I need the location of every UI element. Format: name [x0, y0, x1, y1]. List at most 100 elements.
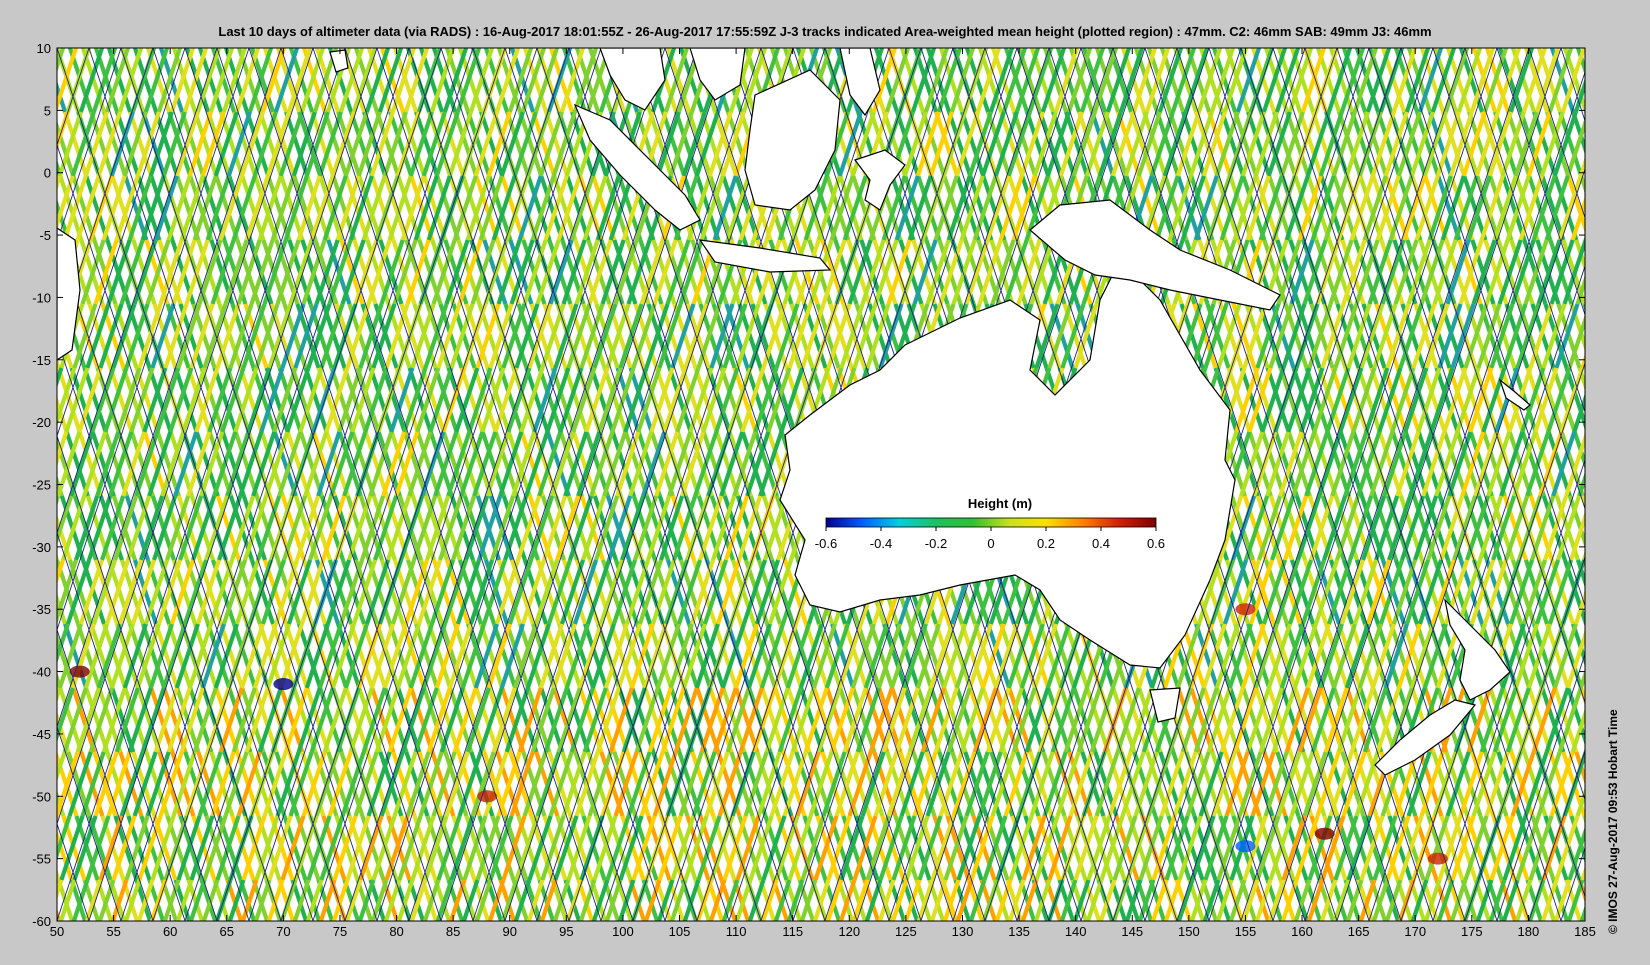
altimeter-swath — [21, 112, 42, 176]
altimeter-swath — [0, 304, 18, 368]
altimeter-swath — [5, 240, 26, 304]
altimeter-swath — [3, 240, 24, 304]
altimeter-swath — [0, 816, 20, 880]
altimeter-swath — [1619, 880, 1640, 944]
altimeter-swath — [1620, 688, 1641, 752]
altimeter-swath — [11, 496, 32, 560]
altimeter-swath — [0, 176, 8, 240]
altimeter-swath — [1586, 624, 1607, 688]
altimeter-swath — [0, 624, 8, 688]
altimeter-swath — [29, 752, 50, 816]
altimeter-swath — [0, 496, 5, 560]
altimeter-swath — [0, 176, 16, 240]
altimeter-swath — [0, 880, 2, 944]
altimeter-swath — [0, 112, 3, 176]
altimeter-swath — [0, 304, 7, 368]
altimeter-swath — [0, 688, 21, 752]
altimeter-swath — [31, 752, 52, 816]
altimeter-swath — [16, 48, 37, 112]
altimeter-swath — [18, 48, 39, 112]
altimeter-swath — [20, 880, 41, 944]
altimeter-swath — [14, 880, 35, 944]
altimeter-swath — [2, 432, 23, 496]
altimeter-swath — [0, 560, 11, 624]
altimeter-swath — [1, 368, 22, 432]
altimeter-swath — [1641, 752, 1650, 816]
altimeter-swath — [1630, 560, 1650, 624]
altimeter-swath — [0, 240, 11, 304]
altimeter-swath — [1625, 624, 1646, 688]
altimeter-swath — [0, 176, 21, 240]
altimeter-swath — [11, 304, 32, 368]
altimeter-swath — [0, 816, 5, 880]
altimeter-swath — [16, 752, 37, 816]
altimeter-swath — [3, 752, 24, 816]
altimeter-swath — [6, 432, 27, 496]
altimeter-swath — [1646, 688, 1650, 752]
altimeter-swath — [0, 496, 18, 560]
altimeter-swath — [0, 112, 8, 176]
altimeter-swath — [0, 560, 13, 624]
altimeter-swath — [1645, 880, 1650, 944]
altimeter-swath — [35, 816, 56, 880]
map-figure: 5055606570758085909510010511011512012513… — [0, 0, 1650, 965]
altimeter-swath — [1628, 752, 1649, 816]
altimeter-swath — [18, 752, 39, 816]
altimeter-swath — [8, 688, 29, 752]
altimeter-swath — [0, 368, 2, 432]
altimeter-swath — [1584, 816, 1605, 880]
altimeter-swath — [7, 880, 28, 944]
altimeter-swath — [13, 688, 34, 752]
altimeter-swath — [0, 880, 15, 944]
altimeter-swath — [0, 112, 21, 176]
altimeter-swath — [13, 176, 34, 240]
altimeter-swath — [1596, 496, 1617, 560]
altimeter-swath — [0, 688, 16, 752]
altimeter-swath — [26, 688, 47, 752]
altimeter-swath — [0, 432, 14, 496]
altimeter-swath — [1599, 624, 1620, 688]
altimeter-swath — [1583, 496, 1604, 560]
altimeter-swath — [0, 240, 13, 304]
altimeter-swath — [0, 304, 20, 368]
altimeter-swath — [1609, 496, 1630, 560]
altimeter-swath — [0, 688, 8, 752]
altimeter-swath — [8, 624, 29, 688]
altimeter-swath — [5, 48, 26, 112]
map-svg: 5055606570758085909510010511011512012513… — [0, 0, 1650, 960]
altimeter-swath — [3, 560, 24, 624]
altimeter-swath — [0, 176, 3, 240]
altimeter-swath — [0, 48, 11, 112]
altimeter-swath — [11, 816, 32, 880]
altimeter-swath — [24, 816, 45, 880]
altimeter-swath — [0, 112, 16, 176]
altimeter-swath — [0, 816, 7, 880]
altimeter-swath — [0, 624, 16, 688]
altimeter-swath — [0, 432, 10, 496]
altimeter-swath — [7, 368, 28, 432]
altimeter-swath — [0, 496, 6, 560]
altimeter-swath — [0, 496, 19, 560]
altimeter-swath — [0, 624, 21, 688]
altimeter-swath — [0, 816, 18, 880]
altimeter-swath — [5, 752, 26, 816]
altimeter-swath — [37, 816, 58, 880]
altimeter-swath — [10, 496, 31, 560]
altimeter-swath — [8, 112, 29, 176]
altimeter-swath — [27, 880, 48, 944]
altimeter-swath — [9, 816, 30, 880]
altimeter-swath — [1612, 624, 1633, 688]
altimeter-swath — [13, 624, 34, 688]
altimeter-swath — [0, 624, 3, 688]
altimeter-swath — [0, 304, 5, 368]
altimeter-swath — [0, 368, 15, 432]
altimeter-swath — [1632, 880, 1650, 944]
altimeter-swath — [0, 48, 13, 112]
altimeter-swath — [0, 752, 11, 816]
altimeter-swath — [1604, 560, 1625, 624]
altimeter-swath — [9, 304, 30, 368]
altimeter-swath — [3, 48, 24, 112]
altimeter-swath — [1636, 816, 1650, 880]
altimeter-swath — [0, 752, 13, 816]
altimeter-swath — [1623, 816, 1644, 880]
